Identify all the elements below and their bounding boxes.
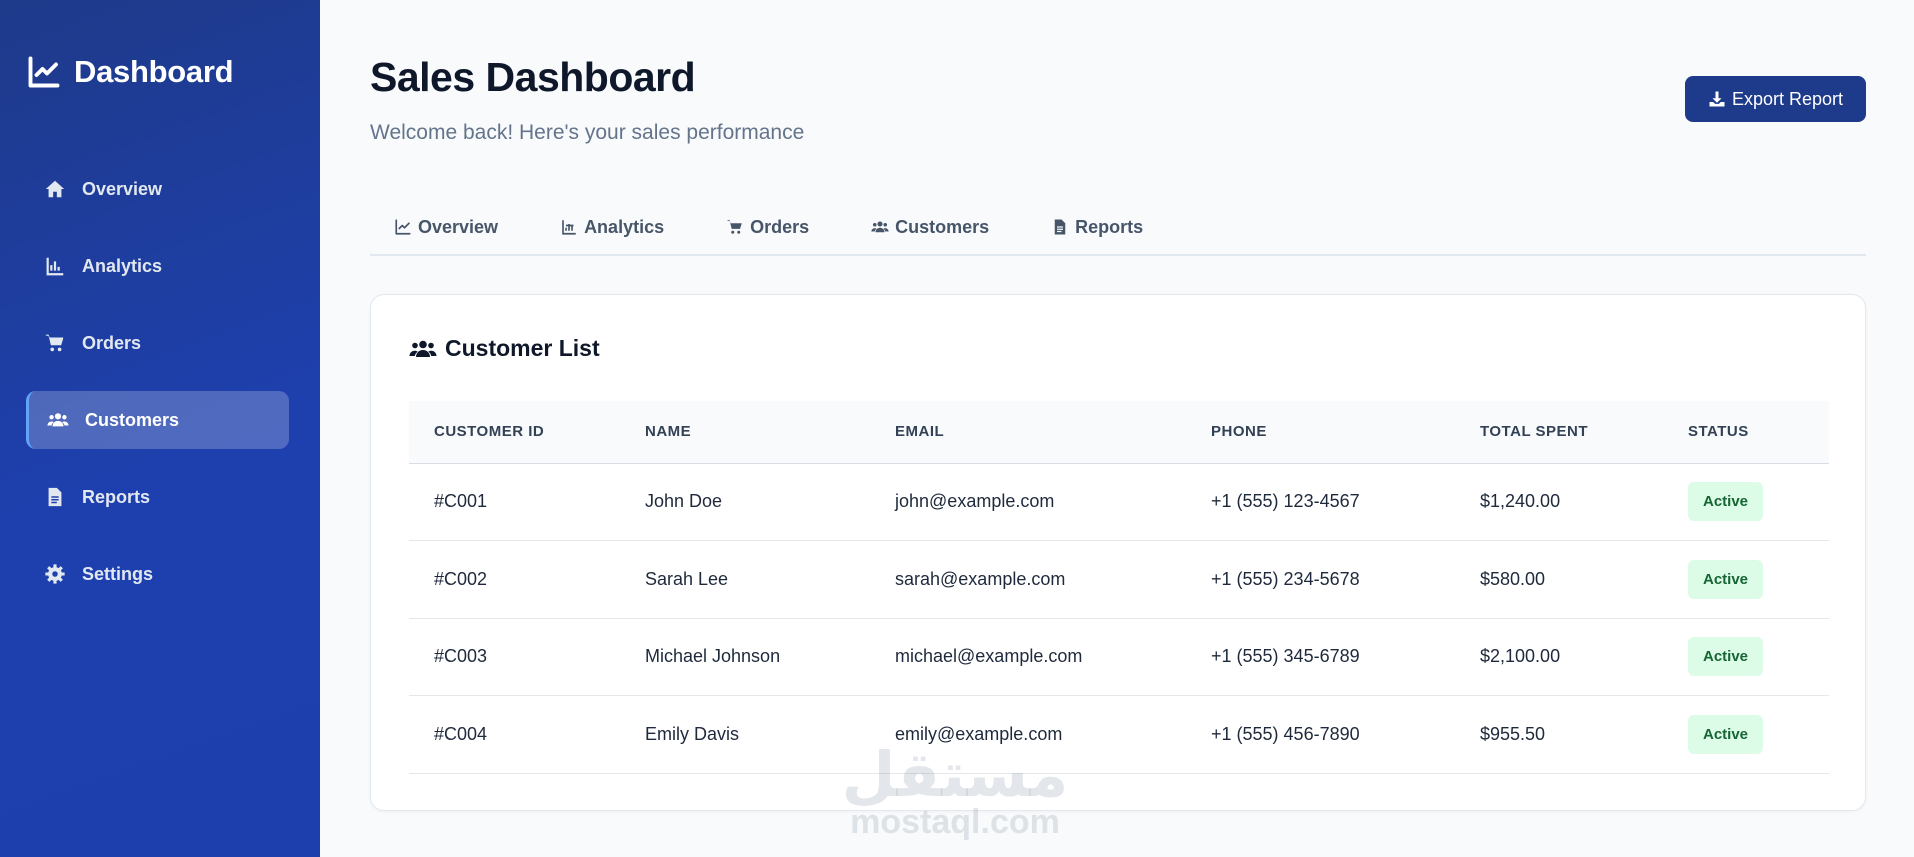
cell-phone: +1 (555) 456-7890: [1186, 695, 1455, 774]
page-subtitle: Welcome back! Here's your sales performa…: [370, 121, 805, 144]
cell-total-spent: $2,100.00: [1455, 618, 1663, 696]
tab-reports[interactable]: Reports: [1051, 206, 1143, 248]
column-header-status[interactable]: STATUS: [1663, 401, 1829, 464]
download-icon: [1709, 91, 1725, 107]
cell-customer-id: #C004: [409, 695, 620, 774]
status-badge: Active: [1688, 714, 1764, 754]
tab-analytics[interactable]: Analytics: [560, 206, 664, 248]
sidebar-item-settings[interactable]: Settings: [26, 545, 289, 603]
column-header-name[interactable]: NAME: [620, 401, 870, 464]
tab-label: Orders: [750, 216, 810, 237]
customer-list-card: Customer List CUSTOMER ID NAME EMAIL PHO…: [370, 294, 1866, 811]
table-row[interactable]: #C004 Emily Davis emily@example.com +1 (…: [409, 695, 1829, 774]
cell-name: Sarah Lee: [620, 540, 870, 619]
users-icon: [47, 413, 69, 427]
card-title: Customer List: [445, 335, 600, 361]
cell-phone: +1 (555) 234-5678: [1186, 540, 1455, 619]
tab-label: Customers: [895, 216, 990, 237]
sidebar-item-customers[interactable]: Customers: [26, 391, 289, 449]
file-icon: [1054, 219, 1066, 235]
cell-email: michael@example.com: [870, 618, 1186, 696]
sidebar-item-label: Analytics: [82, 255, 163, 276]
cell-email: sarah@example.com: [870, 540, 1186, 619]
cell-status: Active: [1663, 618, 1829, 696]
cell-name: Emily Davis: [620, 695, 870, 774]
chart-bar-icon: [46, 257, 64, 276]
home-icon: [45, 180, 65, 198]
table-row[interactable]: #C002 Sarah Lee sarah@example.com +1 (55…: [409, 540, 1829, 619]
sidebar-item-label: Orders: [82, 332, 142, 353]
sidebar-item-label: Reports: [82, 486, 151, 507]
cell-total-spent: $955.50: [1455, 695, 1663, 774]
table-row[interactable]: #C001 John Doe john@example.com +1 (555)…: [409, 463, 1829, 541]
users-icon: [871, 221, 889, 233]
cart-icon: [727, 220, 742, 234]
cell-customer-id: #C003: [409, 618, 620, 696]
cell-phone: +1 (555) 345-6789: [1186, 618, 1455, 696]
customer-table: CUSTOMER ID NAME EMAIL PHONE TOTAL SPENT…: [409, 401, 1829, 774]
sidebar-item-reports[interactable]: Reports: [26, 468, 289, 526]
users-icon: [409, 340, 437, 357]
tab-customers[interactable]: Customers: [871, 206, 989, 248]
cell-email: emily@example.com: [870, 695, 1186, 774]
gear-icon: [45, 564, 65, 584]
cell-phone: +1 (555) 123-4567: [1186, 463, 1455, 541]
chart-bar-icon: [562, 220, 576, 235]
status-badge: Active: [1688, 559, 1764, 599]
export-report-button[interactable]: Export Report: [1685, 76, 1866, 122]
brand[interactable]: Dashboard: [26, 52, 234, 92]
sidebar-item-label: Settings: [82, 563, 154, 584]
table-header-row: CUSTOMER ID NAME EMAIL PHONE TOTAL SPENT…: [409, 401, 1829, 464]
tab-orders[interactable]: Orders: [726, 206, 809, 248]
tab-overview[interactable]: Overview: [394, 206, 498, 248]
cell-status: Active: [1663, 540, 1829, 619]
cell-customer-id: #C001: [409, 463, 620, 541]
tab-label: Overview: [418, 216, 499, 237]
cell-total-spent: $580.00: [1455, 540, 1663, 619]
page-title: Sales Dashboard: [370, 54, 696, 100]
card-header: Customer List: [409, 335, 600, 362]
sidebar-item-orders[interactable]: Orders: [26, 314, 289, 372]
tab-bar: Overview Analytics Orders Customers Repo…: [370, 206, 1866, 256]
column-header-phone[interactable]: PHONE: [1186, 401, 1455, 464]
sidebar-item-label: Customers: [85, 409, 180, 430]
column-header-customer-id[interactable]: CUSTOMER ID: [409, 401, 620, 464]
cell-status: Active: [1663, 695, 1829, 774]
column-header-total-spent[interactable]: TOTAL SPENT: [1455, 401, 1663, 464]
tab-label: Analytics: [584, 216, 665, 237]
cell-total-spent: $1,240.00: [1455, 463, 1663, 541]
status-badge: Active: [1688, 482, 1764, 522]
sidebar-item-analytics[interactable]: Analytics: [26, 237, 289, 295]
line-chart-icon: [28, 56, 60, 88]
brand-title: Dashboard: [74, 54, 234, 89]
cell-name: Michael Johnson: [620, 618, 870, 696]
line-chart-icon: [395, 219, 411, 235]
export-report-label: Export Report: [1731, 88, 1844, 109]
cell-status: Active: [1663, 463, 1829, 541]
sidebar-item-label: Overview: [82, 178, 163, 199]
sidebar-item-overview[interactable]: Overview: [26, 160, 289, 218]
cart-icon: [45, 334, 64, 352]
cell-email: john@example.com: [870, 463, 1186, 541]
status-badge: Active: [1688, 637, 1764, 677]
cell-name: John Doe: [620, 463, 870, 541]
cell-customer-id: #C002: [409, 540, 620, 619]
tab-label: Reports: [1075, 216, 1144, 237]
file-icon: [48, 487, 62, 507]
main-content: Sales Dashboard Welcome back! Here's you…: [320, 0, 1914, 857]
table-row[interactable]: #C003 Michael Johnson michael@example.co…: [409, 618, 1829, 696]
sidebar: Dashboard Overview Analytics Orders Cust…: [0, 0, 320, 857]
column-header-email[interactable]: EMAIL: [870, 401, 1186, 464]
sidebar-nav: Overview Analytics Orders Customers Repo…: [26, 160, 289, 622]
